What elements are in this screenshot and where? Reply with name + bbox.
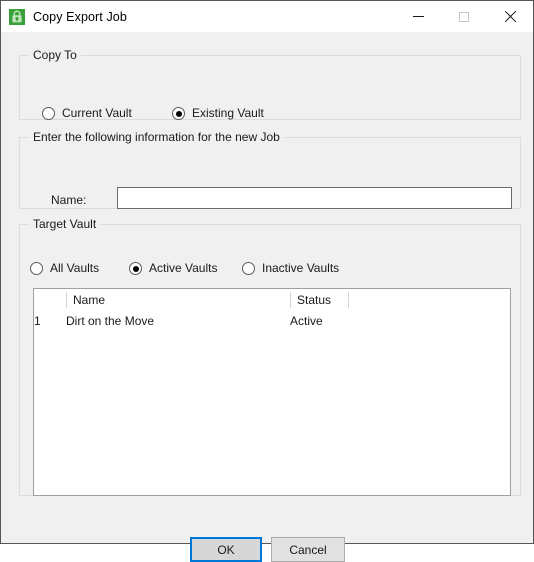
radio-all-vaults[interactable]: All Vaults [30, 262, 99, 275]
table-row[interactable]: 1 Dirt on the Move Active [34, 311, 510, 332]
radio-label-current-vault: Current Vault [62, 106, 132, 120]
cell-vault-name: Dirt on the Move [66, 314, 155, 328]
radio-dot-active-vaults [129, 262, 142, 275]
vault-grid-header: Name Status [34, 289, 510, 311]
vault-grid-table: Name Status 1 Dirt on the Move Active [34, 289, 510, 331]
radio-label-all-vaults: All Vaults [50, 261, 100, 275]
column-header-filler [348, 289, 510, 311]
cell-filler [348, 311, 510, 332]
column-header-rownumber[interactable] [34, 289, 66, 311]
title-bar[interactable]: Copy Export Job [1, 1, 533, 32]
copy-to-legend: Copy To [29, 49, 81, 62]
dialog-client-area: Copy To Current Vault Existing Vault Ent… [1, 32, 533, 562]
radio-current-vault[interactable]: Current Vault [42, 107, 132, 120]
radio-label-existing-vault: Existing Vault [192, 106, 264, 120]
target-vault-legend: Target Vault [29, 218, 101, 231]
radio-label-active-vaults: Active Vaults [149, 261, 218, 275]
radio-label-inactive-vaults: Inactive Vaults [262, 261, 340, 275]
radio-dot-inactive-vaults [242, 262, 255, 275]
radio-existing-vault[interactable]: Existing Vault [172, 107, 264, 120]
close-icon [504, 11, 516, 23]
name-label: Name: [51, 193, 87, 207]
radio-inactive-vaults[interactable]: Inactive Vaults [242, 262, 339, 275]
radio-active-vaults[interactable]: Active Vaults [129, 262, 217, 275]
vault-grid-body: 1 Dirt on the Move Active [34, 311, 510, 332]
radio-dot-current-vault [42, 107, 55, 120]
vault-lock-icon [9, 8, 25, 25]
new-job-legend: Enter the following information for the … [29, 131, 284, 144]
vault-grid-header-row: Name Status [34, 289, 510, 311]
name-input[interactable] [117, 187, 512, 209]
caption-button-group [395, 1, 533, 32]
cell-vault-status: Active [290, 314, 323, 328]
radio-dot-existing-vault [172, 107, 185, 120]
column-header-status[interactable]: Status [290, 289, 348, 311]
minimize-icon [412, 16, 424, 17]
window-title: Copy Export Job [33, 9, 127, 24]
cancel-button[interactable]: Cancel [271, 537, 345, 562]
cell-row-number: 1 [34, 314, 41, 328]
close-button[interactable] [487, 1, 533, 32]
column-header-name[interactable]: Name [66, 289, 290, 311]
minimize-button[interactable] [395, 1, 441, 32]
copy-export-job-dialog: Copy Export Job Copy To Current Vault Ex… [0, 0, 534, 562]
ok-button[interactable]: OK [190, 537, 262, 562]
maximize-icon [459, 11, 469, 22]
radio-dot-all-vaults [30, 262, 43, 275]
vault-grid[interactable]: Name Status 1 Dirt on the Move Active [33, 288, 511, 496]
maximize-button[interactable] [441, 1, 487, 32]
